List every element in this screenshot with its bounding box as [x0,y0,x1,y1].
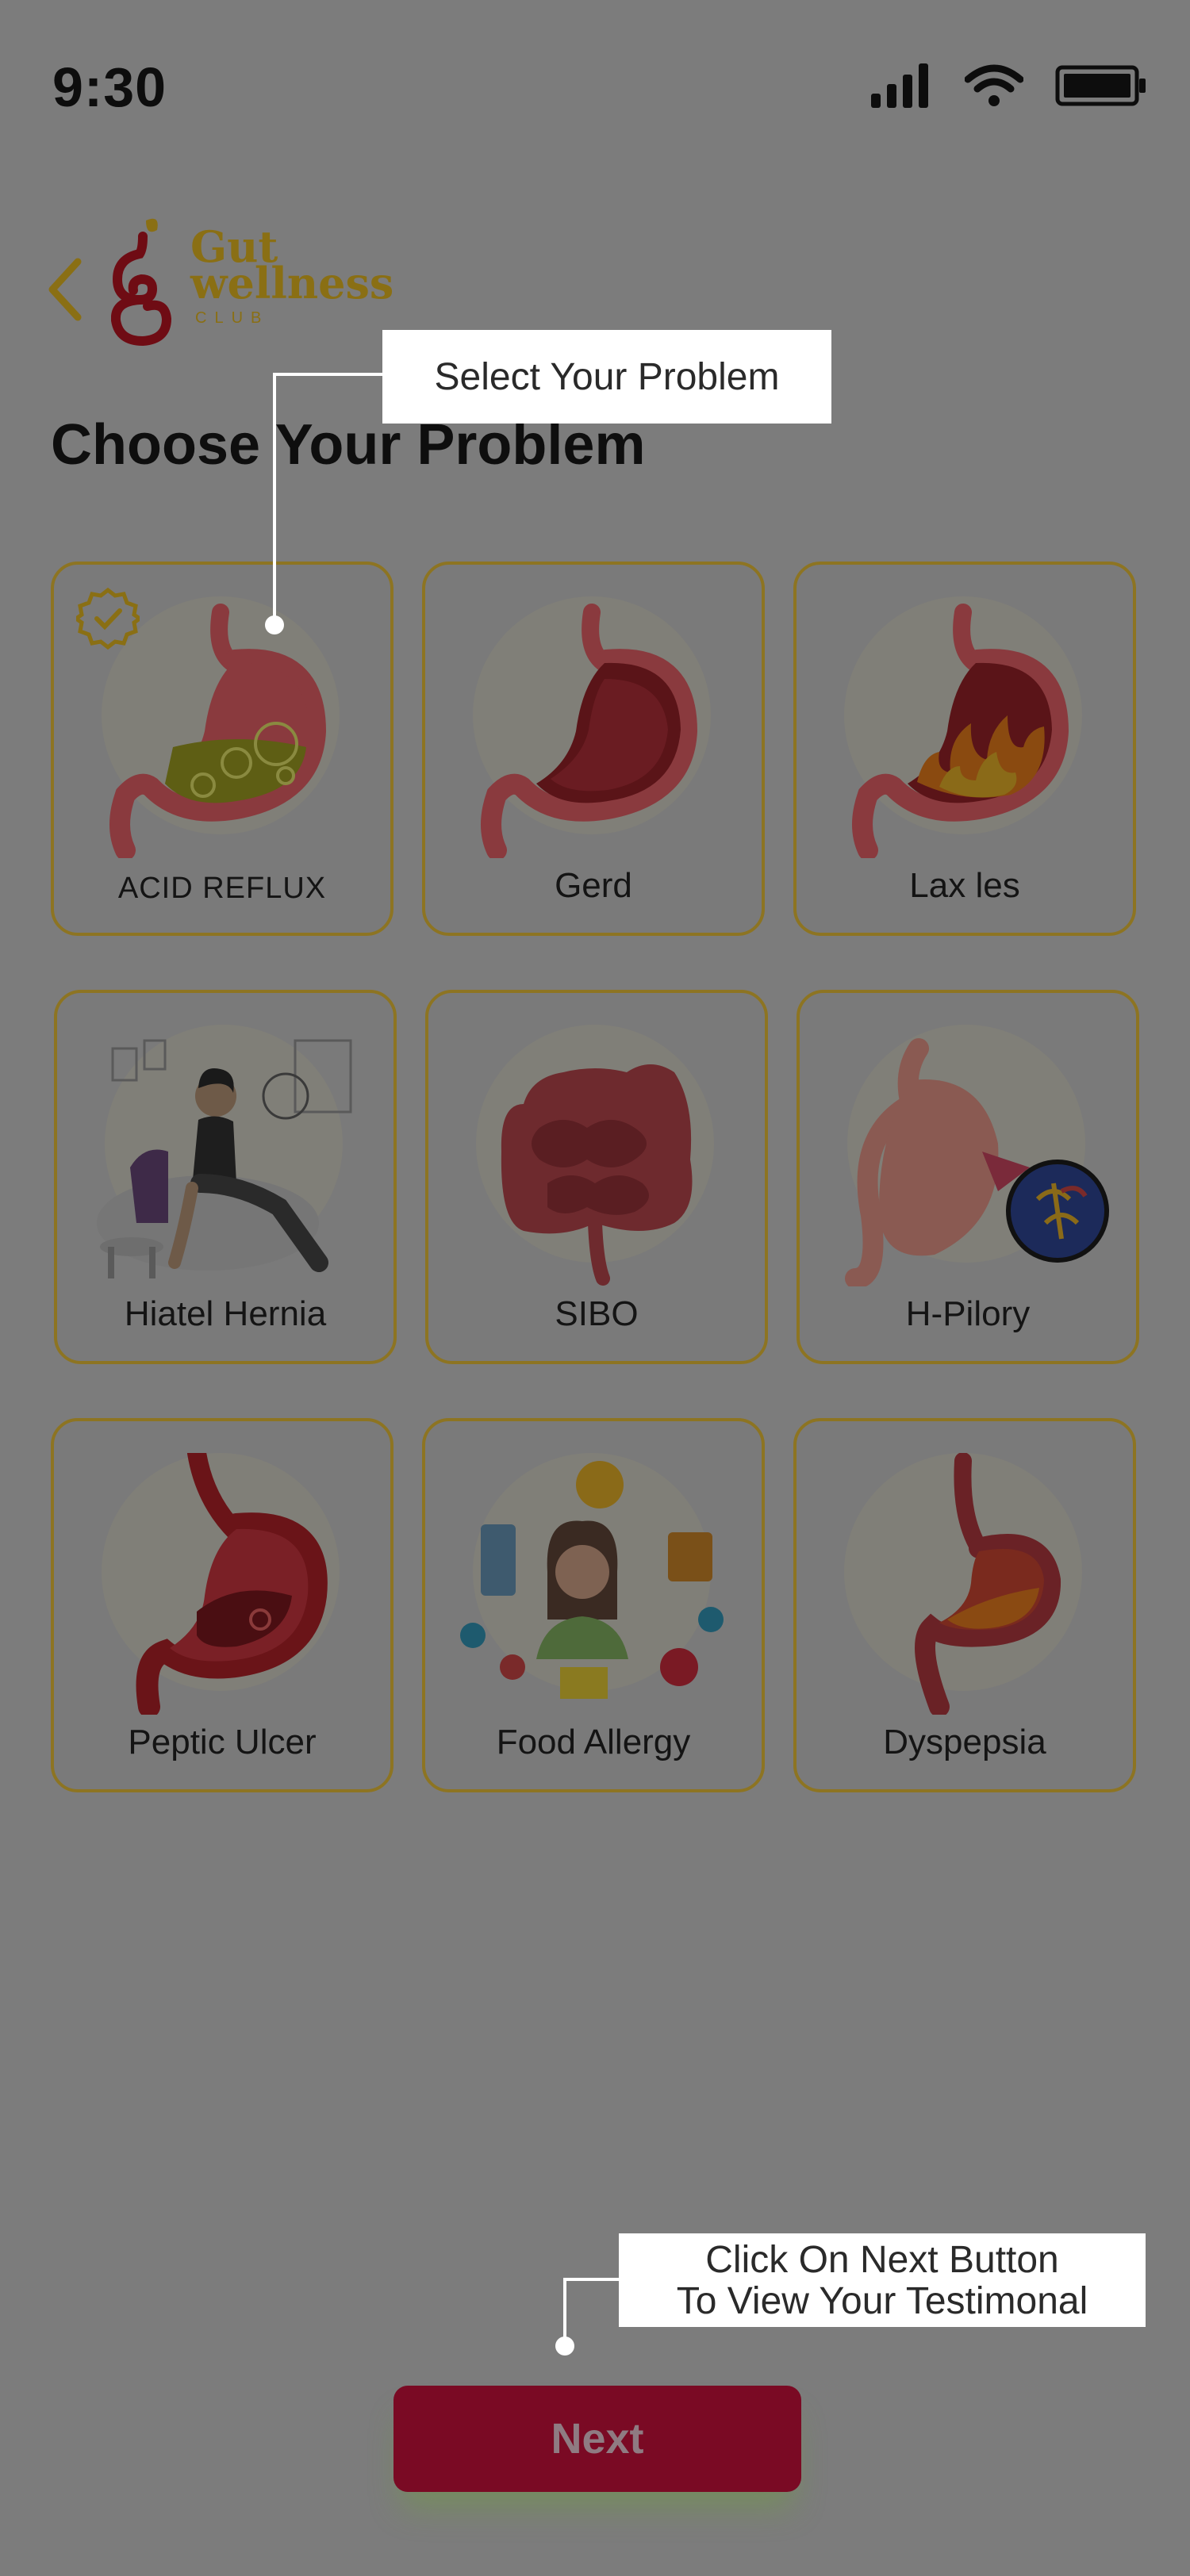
stomach-fire-icon [852,604,1069,858]
logo-text-wellness: wellness [190,258,394,309]
tooltip-connector [273,373,276,625]
next-button[interactable]: Next [393,2386,801,2492]
stomach-icon [481,604,698,858]
problem-label: Food Allergy [496,1723,691,1761]
tooltip-connector [273,373,382,376]
problem-label: SIBO [555,1294,639,1333]
tooltip-next-line2: To View Your Testimonal [676,2280,1088,2322]
gut-logo-icon [111,218,172,347]
problem-label: Lax les [909,866,1020,905]
signal-icon [871,63,928,108]
problem-card-sibo[interactable]: SIBO [425,990,768,1364]
problem-label: ACID REFLUX [117,872,327,905]
problem-card-gerd[interactable]: Gerd [422,562,765,936]
status-time: 9:30 [52,56,167,118]
problem-label: Dyspepsia [883,1723,1046,1761]
wifi-icon [965,64,1023,106]
logo-text-club: CLUB [195,309,270,327]
tooltip-connector [563,2278,566,2341]
problem-label: H-Pilory [905,1294,1031,1333]
problem-card-acid-reflux[interactable]: ACID REFLUX [51,562,393,936]
tooltip-connector [565,2278,619,2281]
tooltip-pointer-dot [265,615,284,634]
problem-card-lax-les[interactable]: Lax les [793,562,1136,936]
stomach-bacteria-icon [845,1038,1109,1286]
problem-card-peptic-ulcer[interactable]: Peptic Ulcer [51,1418,393,1792]
problem-card-food-allergy[interactable]: Food Allergy [422,1418,765,1792]
intestines-icon [501,1064,693,1286]
problem-label: Peptic Ulcer [128,1723,317,1761]
woman-food-icon [460,1461,724,1699]
tooltip-pointer-dot [555,2336,574,2356]
problem-card-hiatel-hernia[interactable]: Hiatel Hernia [54,990,397,1364]
battery-icon [1055,65,1146,106]
esophagus-stomach-icon [915,1453,1061,1715]
tooltip-select-problem: Select Your Problem [382,330,831,424]
problem-label: Hiatel Hernia [124,1294,327,1333]
problem-label: Gerd [555,866,632,905]
app-logo: Gut wellness CLUB [111,214,444,349]
tooltip-next-line1: Click On Next Button [705,2239,1059,2281]
woman-sitting-icon [97,1039,352,1278]
stomach-ulcer-icon [136,1453,328,1715]
stomach-acid-icon [109,604,327,858]
problem-card-dyspepsia[interactable]: Dyspepsia [793,1418,1136,1792]
back-button[interactable] [41,254,89,325]
tooltip-next-hint: Click On Next Button To View Your Testim… [619,2233,1146,2327]
problem-card-h-pilory[interactable]: H-Pilory [797,990,1139,1364]
